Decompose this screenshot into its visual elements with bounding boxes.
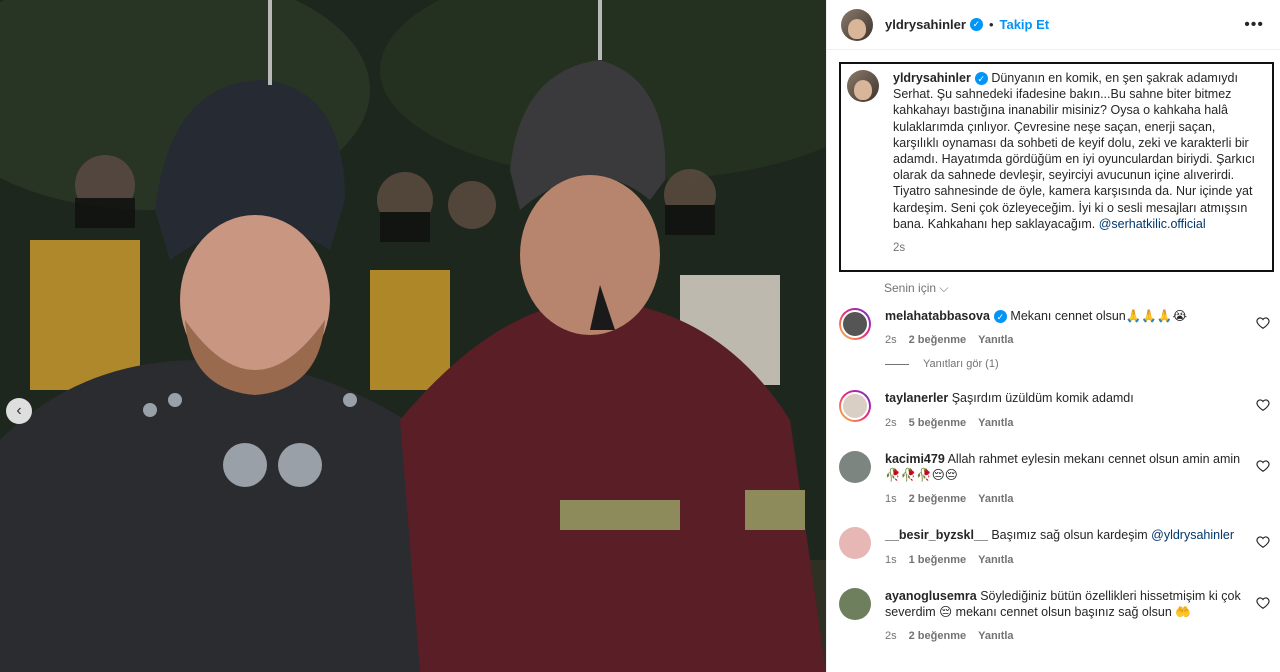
comment-text: Mekanı cennet olsun🙏🙏🙏😭	[1010, 309, 1188, 323]
comment-likes[interactable]: 2 beğenme	[909, 334, 966, 346]
comment-time: 2s	[885, 334, 897, 347]
separator-dot: •	[988, 17, 994, 32]
commenter-avatar[interactable]	[839, 450, 871, 483]
comment-item: __besir_byzskl__ Başımız sağ olsun karde…	[827, 527, 1280, 567]
caption-time: 2s	[893, 242, 906, 255]
commenter-avatar[interactable]	[839, 308, 871, 340]
comment-likes[interactable]: 2 beğenme	[909, 493, 966, 505]
comment-time: 2s	[885, 630, 897, 643]
verified-icon: ✓	[974, 72, 988, 86]
post-photo-illustration	[0, 0, 826, 672]
post-image: ‹	[0, 0, 826, 672]
caption-box: yldrysahinler ✓ Dünyanın en komik, en şen…	[839, 62, 1274, 272]
commenter-avatar[interactable]	[839, 390, 871, 423]
comment-item: ayanoglusemra Söylediğiniz bütün özellik…	[827, 587, 1280, 645]
reply-button[interactable]: Yanıtla	[978, 334, 1013, 346]
comment-item: kacimi479 Allah rahmet eylesin mekanı ce…	[827, 450, 1280, 508]
caption-author-avatar[interactable]	[847, 70, 879, 102]
for-you-text: Senin için	[884, 281, 937, 295]
comment-text: Şaşırdım üzüldüm komik adamdı	[951, 391, 1134, 406]
reply-button[interactable]: Yanıtla	[978, 417, 1013, 429]
more-options-icon[interactable]: •••	[1244, 16, 1264, 34]
caption-text: Dünyanın en komik, en şen şakrak adamıyd…	[893, 71, 1255, 231]
follow-button[interactable]: Takip Et	[1000, 17, 1050, 32]
comment-likes[interactable]: 1 beğenme	[909, 554, 966, 566]
commenter-avatar[interactable]	[839, 587, 871, 620]
heart-icon[interactable]	[1256, 459, 1270, 473]
post-sidebar: yldrysahinler ✓ • Takip Et ••• yldrysahi…	[826, 0, 1280, 672]
caption-mention-link[interactable]: @serhatkilic.official	[1099, 217, 1206, 231]
commenter-username[interactable]: taylanerler	[885, 391, 948, 405]
for-you-label[interactable]: Senin için ⌵	[884, 281, 1280, 296]
commenter-username[interactable]: __besir_byzskl__	[885, 528, 988, 542]
verified-icon: ✓	[993, 310, 1007, 324]
caption-username[interactable]: yldrysahinler	[893, 71, 971, 85]
caption: yldrysahinler ✓ Dünyanın en komik, en şen…	[893, 70, 1264, 232]
view-replies-button[interactable]: Yanıtları gör (1)	[885, 358, 1280, 370]
comment-text: Başımız sağ olsun kardeşim	[991, 528, 1148, 543]
comment-time: 2s	[885, 416, 897, 429]
heart-icon[interactable]	[1256, 596, 1270, 610]
commenter-username[interactable]: ayanoglusemra	[885, 589, 977, 603]
comment-time: 1s	[885, 493, 897, 506]
reply-button[interactable]: Yanıtla	[978, 554, 1013, 566]
commenter-username[interactable]: kacimi479	[885, 452, 945, 466]
view-replies-text: Yanıtları gör (1)	[923, 358, 999, 371]
post-header: yldrysahinler ✓ • Takip Et •••	[827, 0, 1280, 50]
heart-icon[interactable]	[1256, 535, 1270, 549]
heart-icon[interactable]	[1256, 398, 1270, 412]
chevron-down-icon: ⌵	[939, 281, 949, 295]
commenter-avatar[interactable]	[839, 527, 871, 560]
comment-time: 1s	[885, 553, 897, 566]
comment-likes[interactable]: 2 beğenme	[909, 630, 966, 642]
heart-icon[interactable]	[1256, 316, 1270, 330]
author-avatar[interactable]	[841, 8, 873, 41]
reply-button[interactable]: Yanıtla	[978, 630, 1013, 642]
comment-likes[interactable]: 5 beğenme	[909, 417, 966, 429]
verified-icon: ✓	[969, 18, 983, 31]
comment-item: melahatabbasova ✓ Mekanı cennet olsun🙏🙏🙏😭…	[827, 308, 1280, 348]
commenter-username[interactable]: melahatabbasova	[885, 309, 990, 323]
comment-item: taylanerler Şaşırdım üzüldüm komik adamd…	[827, 390, 1280, 430]
comment-mention-link[interactable]: @yldrysahinler	[1151, 528, 1234, 542]
previous-image-button[interactable]: ‹	[6, 398, 32, 424]
reply-button[interactable]: Yanıtla	[978, 493, 1013, 505]
author-username[interactable]: yldrysahinler	[885, 17, 966, 32]
